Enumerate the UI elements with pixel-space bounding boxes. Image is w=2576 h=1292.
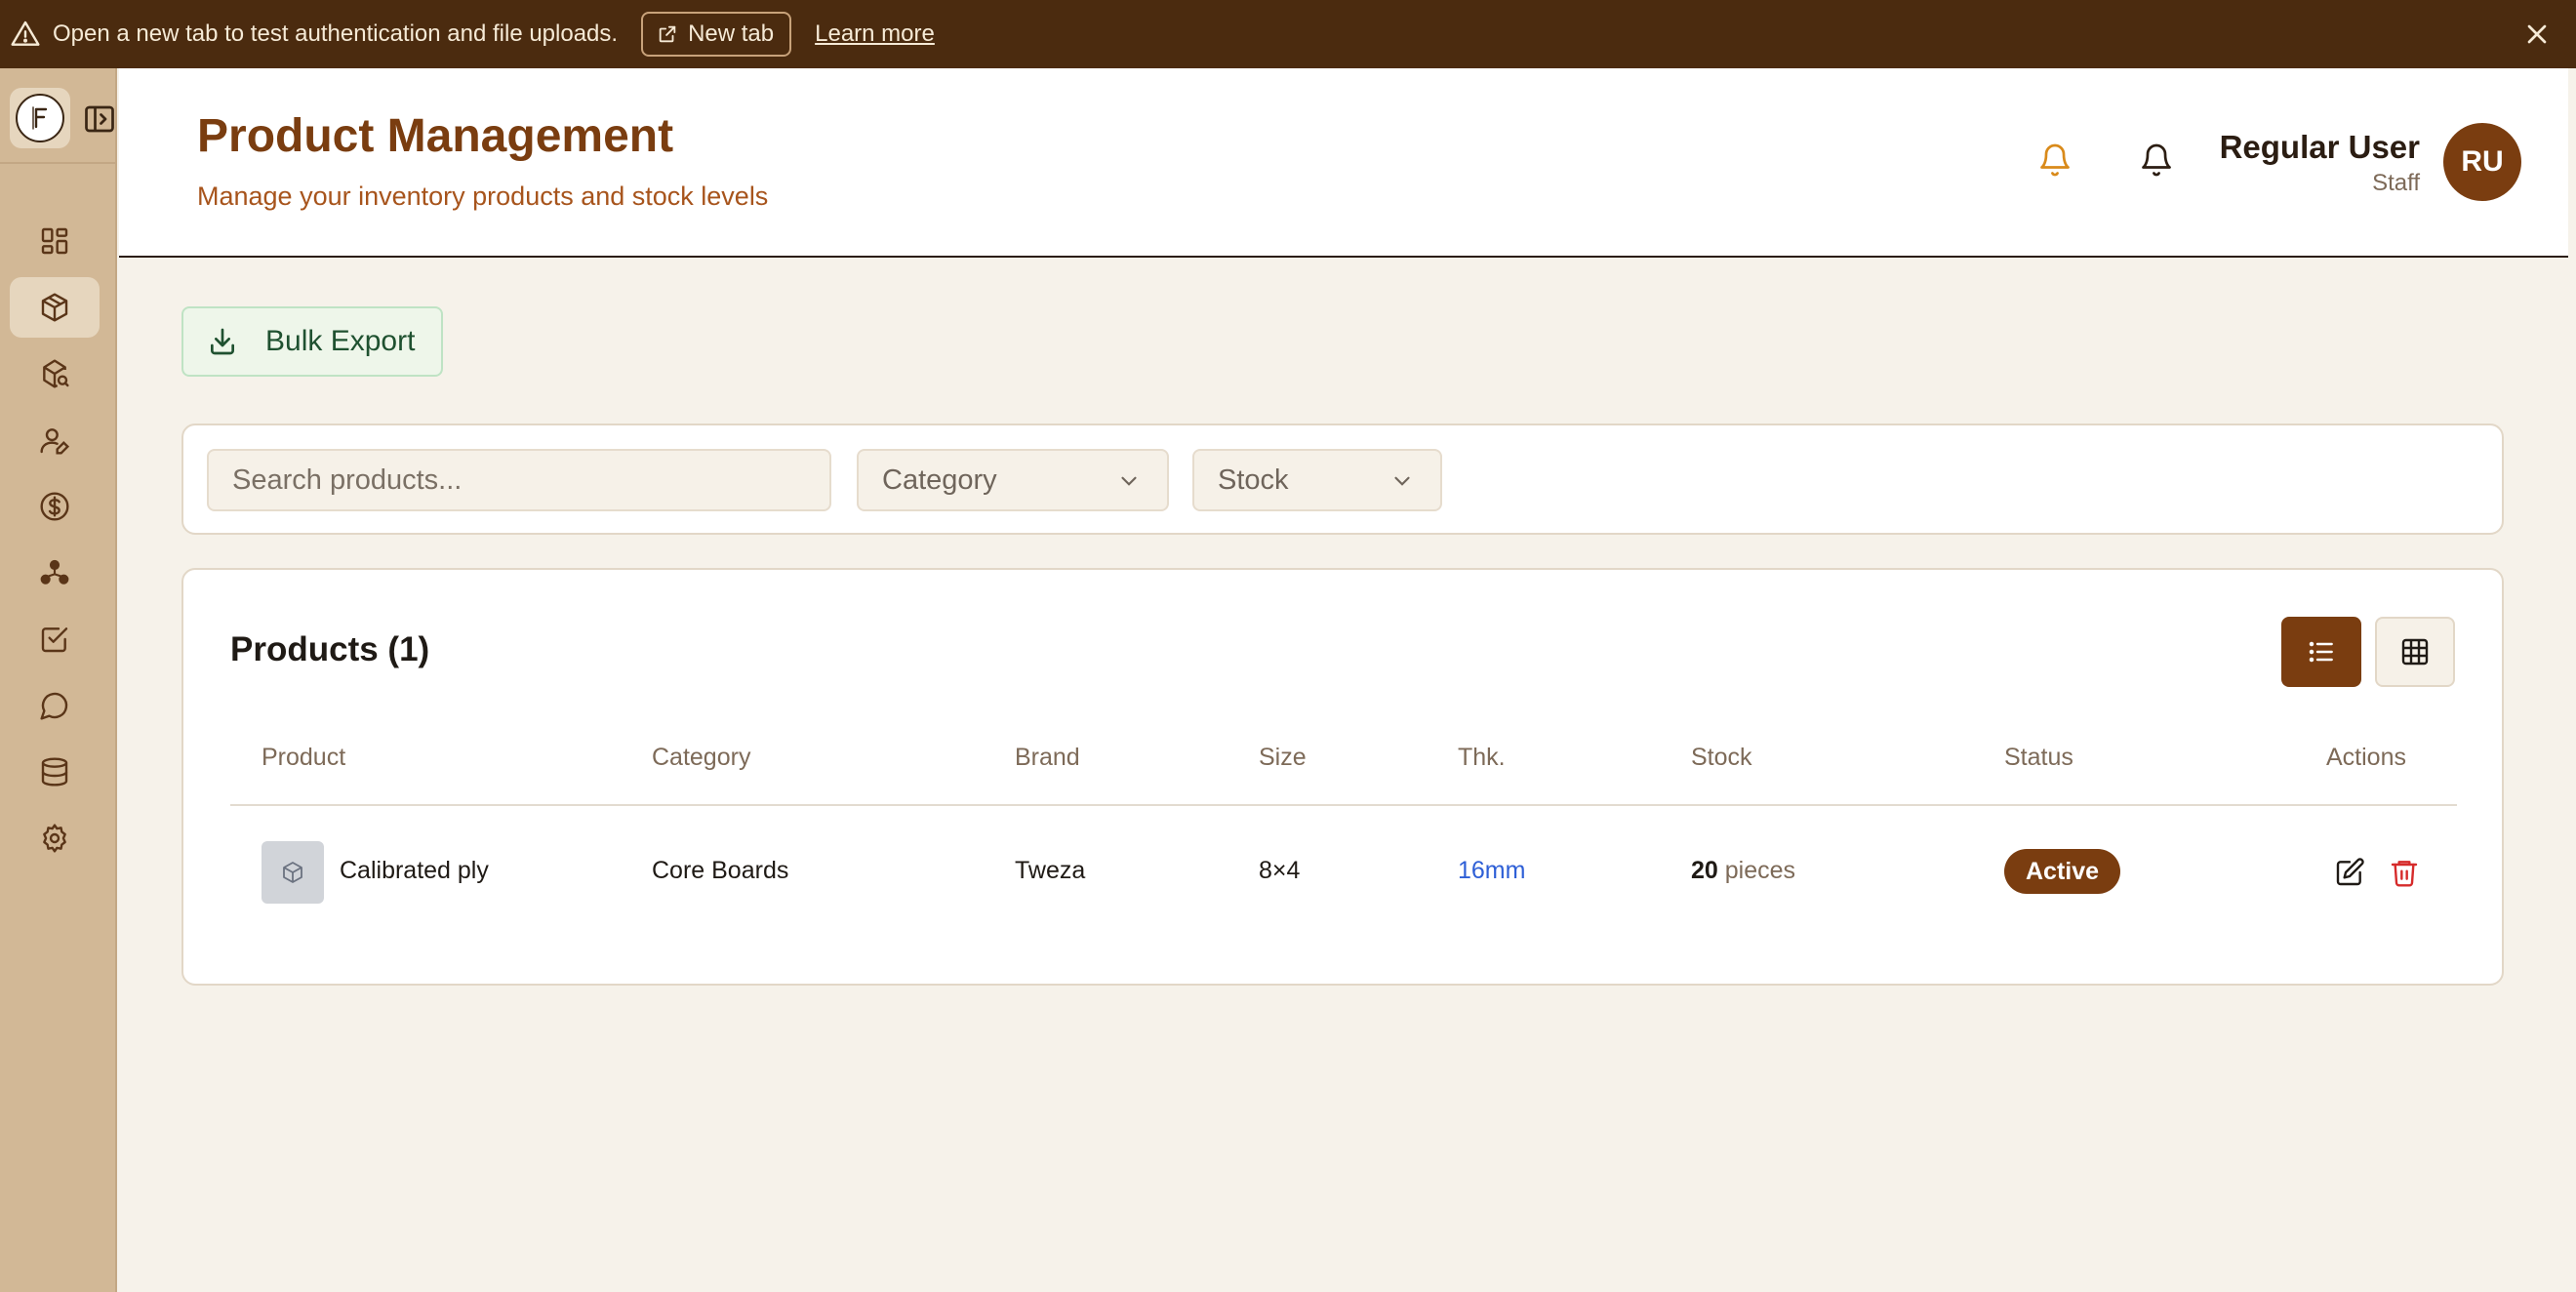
bell-alert-icon[interactable] [2037, 142, 2073, 178]
package-icon [281, 861, 304, 884]
grid-view-button[interactable] [2375, 617, 2455, 687]
dollar-circle-icon [39, 491, 70, 522]
list-icon [2306, 636, 2337, 667]
app-logo-button[interactable] [10, 88, 70, 148]
package-icon [39, 292, 70, 323]
page-header: Product Management Manage your inventory… [119, 68, 2568, 258]
product-stock: 20 pieces [1691, 857, 1795, 885]
new-tab-label: New tab [688, 20, 775, 47]
settings-icon [39, 823, 70, 854]
chevron-down-icon [1389, 468, 1415, 494]
stock-select-label: Stock [1218, 464, 1289, 496]
sidebar [0, 68, 117, 1292]
sidebar-item-product-search[interactable] [10, 343, 100, 404]
page-title: Product Management [197, 110, 674, 162]
delete-icon[interactable] [2389, 857, 2420, 888]
warning-triangle-icon [10, 19, 41, 50]
close-icon[interactable] [2521, 19, 2553, 50]
list-view-button[interactable] [2281, 617, 2361, 687]
avatar[interactable]: RU [2443, 123, 2521, 201]
products-card: Products (1) Product Category Brand Size… [181, 568, 2504, 986]
grid-icon [2399, 636, 2431, 667]
search-input[interactable] [207, 449, 831, 511]
column-header-size: Size [1259, 744, 1307, 771]
filter-bar: Category Stock [181, 424, 2504, 535]
notice-banner: Open a new tab to test authentication an… [0, 0, 2576, 68]
column-header-status: Status [2004, 744, 2073, 771]
database-icon [39, 756, 70, 787]
category-select[interactable]: Category [857, 449, 1169, 511]
status-badge: Active [2004, 849, 2121, 894]
category-select-label: Category [882, 464, 997, 496]
edit-icon[interactable] [2334, 857, 2365, 888]
column-header-actions: Actions [2326, 744, 2406, 771]
column-header-product: Product [262, 744, 346, 771]
product-brand: Tweza [1015, 857, 1086, 884]
sidebar-item-settings[interactable] [10, 808, 100, 868]
sidebar-item-messages[interactable] [10, 675, 100, 736]
sidebar-item-dashboard[interactable] [10, 211, 100, 271]
product-name: Calibrated ply [340, 857, 489, 884]
sidebar-divider [0, 162, 115, 164]
sidebar-item-finance[interactable] [10, 476, 100, 537]
product-size: 8×4 [1259, 857, 1301, 884]
stock-select[interactable]: Stock [1192, 449, 1442, 511]
product-thickness: 16mm [1458, 857, 1526, 884]
sidebar-item-users[interactable] [10, 410, 100, 470]
stock-unit: pieces [1724, 857, 1796, 884]
user-role: Staff [2372, 170, 2420, 196]
user-edit-icon [39, 424, 70, 456]
sidebar-toggle-icon[interactable] [82, 101, 117, 137]
sidebar-item-tasks[interactable] [10, 609, 100, 669]
dashboard-icon [39, 225, 70, 257]
chevron-down-icon [1116, 468, 1142, 494]
chat-icon [39, 690, 70, 721]
column-header-stock: Stock [1691, 744, 1752, 771]
network-icon [39, 557, 70, 588]
sidebar-item-database[interactable] [10, 742, 100, 802]
column-header-category: Category [652, 744, 751, 771]
package-search-icon [39, 358, 70, 389]
bell-icon[interactable] [2139, 142, 2174, 178]
product-category: Core Boards [652, 857, 789, 884]
new-tab-button[interactable]: New tab [641, 12, 792, 57]
column-header-brand: Brand [1015, 744, 1080, 771]
user-name: Regular User [2219, 129, 2420, 165]
products-title: Products (1) [230, 630, 430, 668]
download-icon [207, 326, 265, 357]
table-header-divider [230, 804, 2457, 806]
sidebar-item-products[interactable] [10, 277, 100, 338]
app-logo [16, 94, 64, 142]
product-thumbnail [262, 841, 324, 904]
bulk-export-label: Bulk Export [265, 325, 416, 357]
page-subtitle: Manage your inventory products and stock… [197, 182, 769, 211]
banner-message: Open a new tab to test authentication an… [53, 20, 619, 47]
external-link-icon [657, 23, 688, 45]
checkbox-icon [39, 624, 70, 655]
bulk-export-button[interactable]: Bulk Export [181, 306, 443, 377]
learn-more-link[interactable]: Learn more [815, 20, 935, 48]
sidebar-item-network[interactable] [10, 543, 100, 603]
column-header-thickness: Thk. [1458, 744, 1506, 771]
stock-quantity: 20 [1691, 857, 1718, 884]
